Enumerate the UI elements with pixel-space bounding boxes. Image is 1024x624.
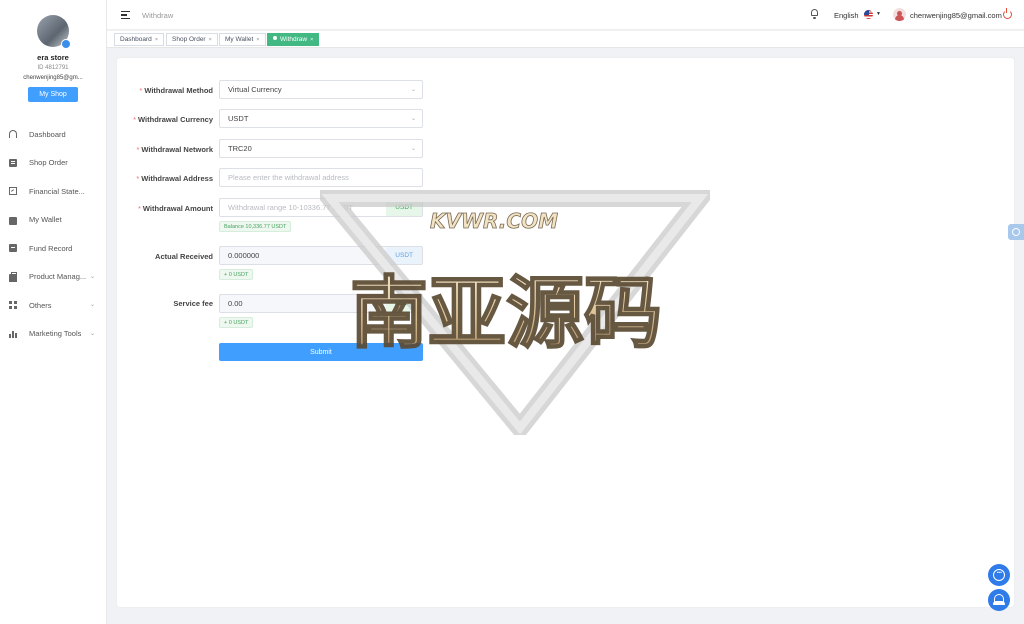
tab-dashboard[interactable]: Dashboard × [114, 33, 165, 46]
chevron-down-icon: ⌄ [410, 146, 416, 152]
tab-withdraw[interactable]: Withdraw × [267, 33, 320, 46]
select-value: USDT [228, 114, 249, 123]
sidebar-item-product-management[interactable]: Product Manag... ⌄ [0, 263, 106, 292]
sidebar-item-label: Product Manag... [29, 272, 87, 282]
sidebar-item-label: Marketing Tools [29, 329, 82, 339]
wallet-icon [9, 216, 17, 225]
sidebar-item-label: Financial State... [29, 186, 85, 196]
record-icon [9, 244, 17, 253]
customer-support-icon[interactable] [988, 589, 1010, 611]
profile-block: era store ID 4812791 chenwenjing85@gm...… [0, 0, 106, 102]
sidebar-item-label: Dashboard [29, 129, 66, 139]
close-icon[interactable]: × [155, 37, 158, 43]
actual-received-field: 0.000000 USDT [219, 246, 423, 265]
tab-label: My Wallet [225, 36, 254, 43]
fee-unit-suffix: USDT [386, 295, 422, 312]
bell-icon[interactable] [810, 8, 819, 19]
tab-label: Shop Order [172, 36, 206, 43]
withdrawal-method-select[interactable]: Virtual Currency ⌄ [219, 80, 423, 99]
sidebar-item-my-wallet[interactable]: My Wallet [0, 206, 106, 235]
sidebar: era store ID 4812791 chenwenjing85@gm...… [0, 0, 107, 624]
actual-received-label: Actual Received [155, 252, 213, 261]
bag-icon [9, 271, 17, 282]
store-id: ID 4812791 [37, 65, 69, 71]
store-name: era store [37, 53, 69, 62]
dashboard-icon [9, 130, 17, 139]
sidebar-item-dashboard[interactable]: Dashboard [0, 120, 106, 149]
service-fee-field: 0.00 USDT [219, 294, 423, 313]
submit-button[interactable]: Submit [219, 343, 423, 361]
grid-icon [9, 301, 17, 310]
sidebar-item-marketing-tools[interactable]: Marketing Tools ⌄ [0, 320, 106, 349]
sidebar-item-label: Shop Order [29, 158, 68, 168]
withdrawal-amount-label: * Withdrawal Amount [138, 204, 213, 213]
chevron-down-icon: ⌄ [89, 302, 95, 308]
active-dot-icon [273, 36, 277, 41]
verified-badge-icon [61, 39, 71, 49]
chevron-down-icon: ⌄ [410, 116, 416, 122]
service-fee-label: Service fee [173, 299, 213, 308]
input-placeholder: Please enter the withdrawal address [228, 173, 349, 182]
user-email[interactable]: chenwenjing85@gmail.com [910, 11, 1002, 20]
fee-tag: + 0 USDT [219, 317, 254, 328]
withdrawal-currency-select[interactable]: USDT ⌄ [219, 109, 423, 128]
sidebar-item-label: Fund Record [29, 243, 73, 253]
chat-icon[interactable] [988, 564, 1010, 586]
language-selector[interactable]: English [834, 11, 859, 20]
tabs-bar: Dashboard × Shop Order × My Wallet × Withdr… [107, 31, 1024, 48]
select-value: Virtual Currency [228, 85, 282, 94]
clipboard-icon [9, 158, 17, 167]
store-email: chenwenjing85@gm... [23, 75, 83, 81]
balance-tag: Balance 10,336.77 USDT [219, 221, 292, 232]
input-placeholder: Withdrawal range 10-10336.77 USDT [228, 203, 354, 212]
field-value: 0.00 [228, 299, 243, 308]
sidebar-item-shop-order[interactable]: Shop Order [0, 149, 106, 178]
my-shop-button[interactable]: My Shop [28, 87, 78, 102]
withdrawal-currency-label: * Withdrawal Currency [133, 115, 213, 124]
sidebar-item-financial-statement[interactable]: Financial State... [0, 177, 106, 206]
bar-chart-icon [9, 329, 17, 338]
chevron-down-icon: ⌄ [410, 87, 416, 93]
received-unit-suffix: USDT [386, 247, 422, 264]
sidebar-item-others[interactable]: Others ⌄ [0, 291, 106, 320]
chevron-down-icon: ⌄ [89, 273, 95, 280]
tab-shop-order[interactable]: Shop Order × [166, 33, 218, 46]
chart-icon [9, 187, 17, 196]
sidebar-item-label: My Wallet [29, 215, 62, 225]
tab-label: Dashboard [120, 36, 152, 43]
us-flag-icon[interactable] [864, 10, 873, 19]
withdrawal-amount-input[interactable]: Withdrawal range 10-10336.77 USDT USDT [219, 198, 423, 217]
user-avatar[interactable] [893, 8, 906, 21]
menu-toggle-icon[interactable] [121, 11, 130, 19]
tab-label: Withdraw [280, 36, 308, 43]
top-header: Withdraw English ▼ chenwenjing85@gmail.c… [107, 0, 1024, 30]
breadcrumb: Withdraw [142, 11, 174, 20]
withdrawal-address-label: * Withdrawal Address [136, 174, 213, 183]
field-value: 0.000000 [228, 251, 260, 260]
power-icon[interactable] [1003, 8, 1012, 19]
received-tag: + 0 USDT [219, 269, 254, 280]
withdrawal-address-input[interactable]: Please enter the withdrawal address [219, 168, 423, 187]
select-value: TRC20 [228, 144, 252, 153]
withdrawal-network-label: * Withdrawal Network [136, 145, 213, 154]
withdraw-form-card: * Withdrawal Method Virtual Currency ⌄ * W… [117, 58, 1014, 607]
sidebar-item-label: Others [29, 300, 52, 310]
withdrawal-network-select[interactable]: TRC20 ⌄ [219, 139, 423, 158]
close-icon[interactable]: × [256, 37, 259, 43]
caret-down-icon[interactable]: ▼ [876, 11, 881, 17]
sidebar-item-fund-record[interactable]: Fund Record [0, 234, 106, 263]
chevron-down-icon: ⌄ [89, 330, 95, 337]
close-icon[interactable]: × [209, 37, 212, 43]
sidebar-menu: Dashboard Shop Order Financial State... … [0, 120, 106, 348]
side-settings-tab[interactable] [1008, 224, 1024, 240]
withdrawal-method-label: * Withdrawal Method [139, 86, 213, 95]
amount-unit-suffix: USDT [386, 199, 422, 216]
close-icon[interactable]: × [310, 37, 313, 43]
tab-my-wallet[interactable]: My Wallet × [219, 33, 266, 46]
store-avatar[interactable] [37, 15, 71, 49]
